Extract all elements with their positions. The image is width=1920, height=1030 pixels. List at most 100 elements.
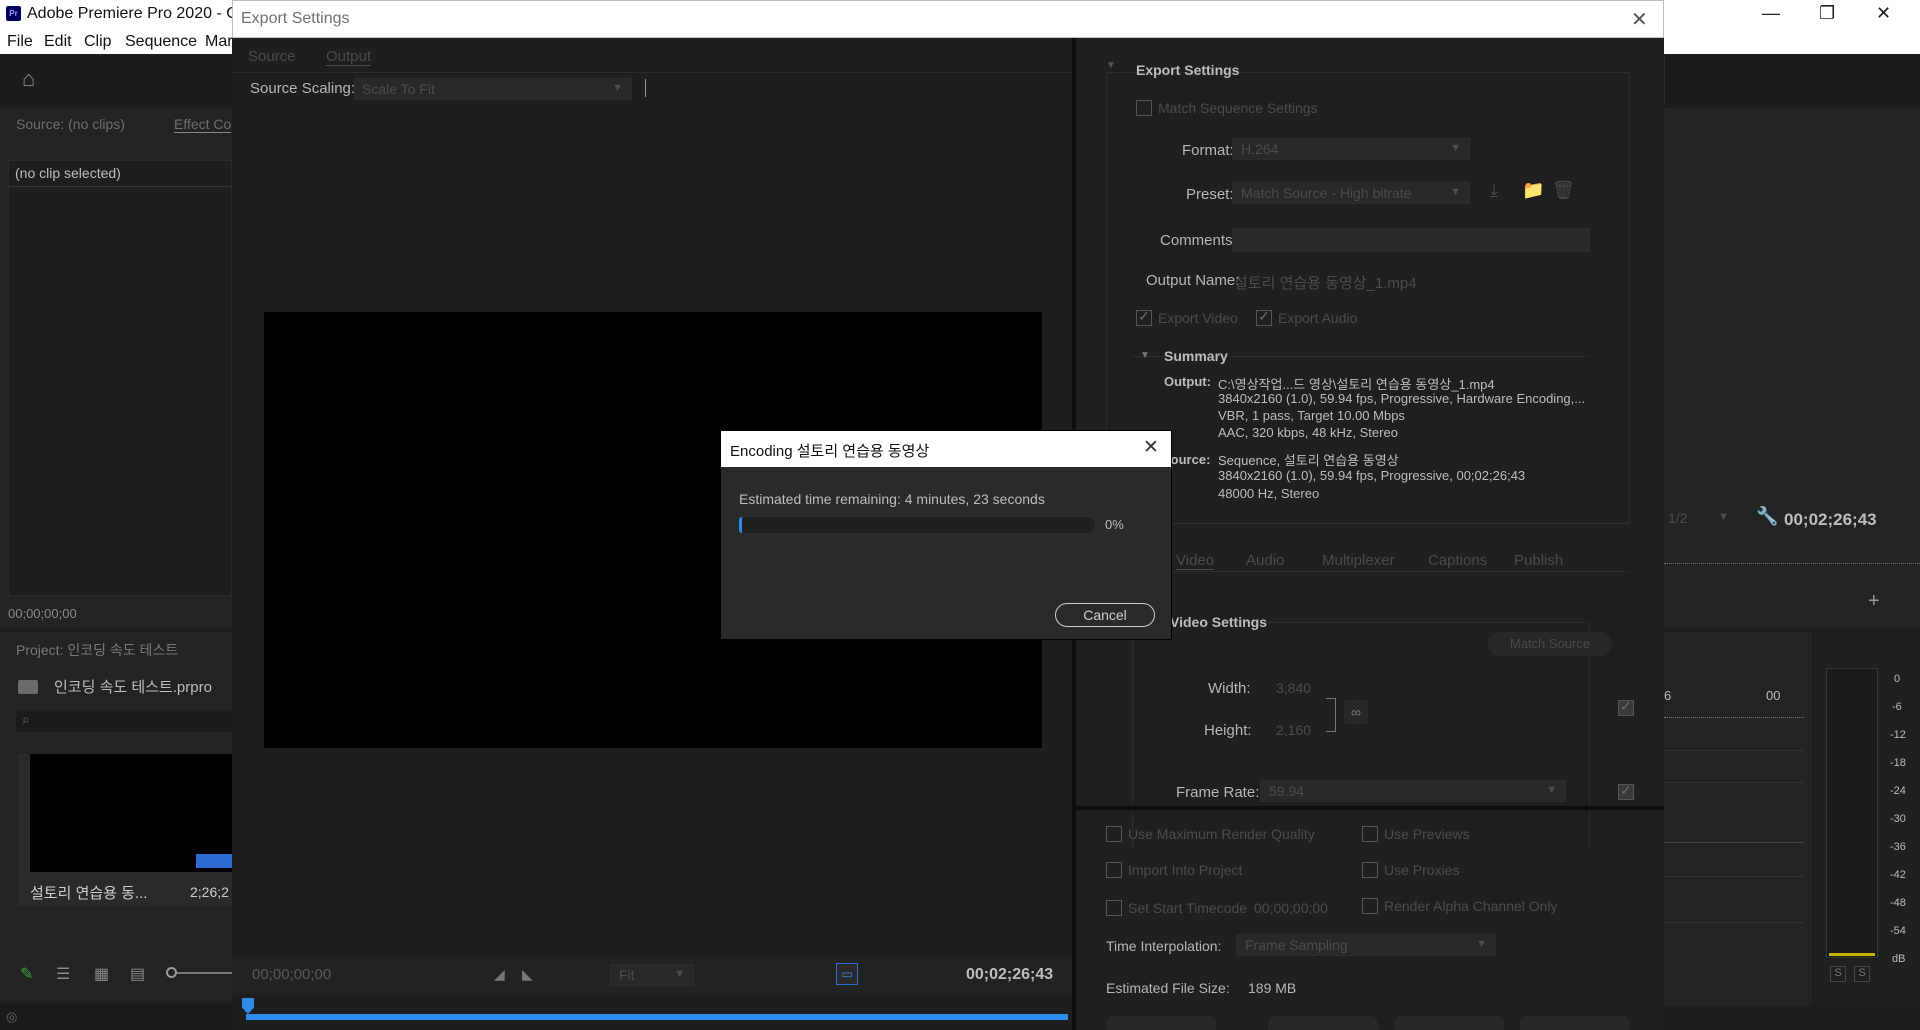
wrench-icon[interactable]: 🔧 — [1756, 506, 1778, 527]
menu-edit[interactable]: Edit — [44, 33, 72, 51]
timeline-panel: 6 00 — [1664, 632, 1812, 1006]
clip-thumbnail[interactable]: 설토리 연습용 동... 2;26;2 — [18, 754, 232, 906]
menu-sequence[interactable]: Sequence — [125, 33, 197, 51]
effect-controls-area: (no clip selected) — [8, 160, 233, 596]
chevron-down-icon: ▼ — [1476, 938, 1487, 950]
freeform-view-icon[interactable]: ▤ — [130, 964, 145, 984]
summary-source-line: 48000 Hz, Stereo — [1218, 486, 1320, 501]
width-value[interactable]: 3,840 — [1276, 680, 1311, 696]
add-button-icon[interactable]: + — [1868, 590, 1880, 613]
solo-right-button[interactable]: S — [1854, 966, 1870, 982]
mark-in-icon[interactable]: ◢ — [494, 966, 505, 983]
time-interpolation-dropdown[interactable]: Frame Sampling ▼ — [1236, 934, 1496, 956]
link-icon[interactable]: ∞ — [1344, 700, 1368, 724]
tab-output[interactable]: Output — [326, 48, 372, 66]
zoom-dropdown[interactable]: 1/2 ▼ — [1664, 508, 1734, 530]
menu-clip[interactable]: Clip — [84, 33, 112, 51]
program-monitor-strip — [1664, 54, 1920, 106]
minimize-icon[interactable]: — — [1762, 3, 1780, 24]
mark-out-icon[interactable]: ◣ — [522, 966, 533, 983]
tab-video[interactable]: Video — [1176, 552, 1215, 570]
metadata-button[interactable] — [1106, 1016, 1216, 1030]
delete-preset-icon[interactable]: 🗑 — [1552, 180, 1575, 201]
zoom-value: 1/2 — [1668, 510, 1688, 526]
project-tab[interactable]: Project: 인코딩 속도 테스트 — [16, 640, 178, 660]
output-name-link[interactable]: 설토리 연습용 동영상_1.mp4 — [1234, 272, 1417, 293]
menu-marker[interactable]: Mar — [205, 33, 233, 51]
export-dialog-titlebar: Export Settings ✕ — [232, 0, 1664, 38]
tab-source[interactable]: Source — [248, 48, 296, 65]
export-video-checkbox[interactable] — [1136, 308, 1152, 326]
export-button[interactable] — [1394, 1016, 1504, 1030]
icon-view-icon[interactable]: ▦ — [94, 964, 109, 984]
time-interpolation-value: Frame Sampling — [1245, 937, 1348, 953]
tab-audio[interactable]: Audio — [1246, 552, 1284, 569]
match-source-button[interactable]: Match Source — [1488, 632, 1612, 656]
tab-publish[interactable]: Publish — [1514, 552, 1563, 569]
start-timecode-value[interactable]: 00;00;00;00 — [1254, 900, 1328, 916]
solo-left-button[interactable]: S — [1830, 966, 1846, 982]
project-panel: Project: 인코딩 속도 테스트 인코딩 속도 테스트.prpro ⌕ 설… — [0, 632, 232, 1002]
queue-button[interactable] — [1268, 1016, 1378, 1030]
preview-timecode-left: 00;00;00;00 — [252, 966, 332, 983]
scrub-bar[interactable] — [246, 1014, 1068, 1020]
use-proxies-checkbox[interactable] — [1362, 862, 1378, 878]
height-value[interactable]: 2,160 — [1276, 722, 1311, 738]
comments-input[interactable] — [1232, 228, 1590, 252]
timeline-ruler — [1664, 708, 1804, 718]
timeline-track-5 — [1664, 922, 1804, 923]
tab-captions[interactable]: Captions — [1428, 552, 1487, 569]
close-icon[interactable]: ✕ — [1876, 3, 1891, 24]
frame-rate-value: 59.94 — [1269, 783, 1305, 799]
restore-icon[interactable]: ❐ — [1819, 3, 1835, 24]
match-sequence-checkbox[interactable] — [1136, 100, 1152, 116]
tab-multiplexer[interactable]: Multiplexer — [1322, 552, 1395, 569]
use-previews-checkbox[interactable] — [1362, 826, 1378, 842]
time-interpolation-label: Time Interpolation: — [1106, 938, 1222, 954]
format-dropdown[interactable]: H.264 ▼ — [1232, 138, 1470, 160]
status-icon: ◎ — [6, 1009, 18, 1024]
zoom-slider-handle[interactable] — [166, 967, 177, 978]
list-view-icon[interactable]: ☰ — [56, 964, 70, 984]
export-dialog-title: Export Settings — [241, 10, 350, 27]
zoom-slider[interactable] — [168, 972, 232, 974]
width-height-checkbox[interactable] — [1618, 698, 1634, 716]
export-audio-checkbox[interactable] — [1256, 308, 1272, 326]
effect-controls-tab[interactable]: Effect Co — [174, 116, 232, 133]
pencil-icon[interactable]: ✎ — [20, 964, 33, 984]
aspect-correction-icon[interactable]: ▭ — [836, 963, 858, 985]
encoding-progress-percent: 0% — [1105, 517, 1124, 532]
import-preset-icon[interactable]: 📁 — [1522, 180, 1544, 201]
frame-rate-checkbox[interactable] — [1618, 782, 1634, 800]
meter-tick: -48 — [1890, 897, 1906, 909]
set-start-timecode-checkbox[interactable] — [1106, 900, 1122, 916]
source-scaling-dropdown[interactable]: Scale To Fit ▼ — [354, 78, 632, 100]
playhead-icon[interactable] — [242, 998, 254, 1014]
import-project-checkbox[interactable] — [1106, 862, 1122, 878]
collapse-icon[interactable]: ▼ — [1106, 60, 1116, 71]
dimension-bracket — [1326, 698, 1336, 732]
frame-rate-dropdown[interactable]: 59.94 ▼ — [1260, 780, 1566, 802]
render-alpha-checkbox[interactable] — [1362, 898, 1378, 914]
format-label: Format: — [1182, 142, 1234, 159]
cancel-export-button[interactable] — [1520, 1016, 1630, 1030]
preset-dropdown[interactable]: Match Source - High bitrate ▼ — [1232, 182, 1470, 204]
save-preset-icon[interactable]: ⤓ — [1490, 180, 1498, 201]
use-proxies-label: Use Proxies — [1384, 862, 1460, 878]
fit-dropdown[interactable]: Fit ▼ — [610, 964, 694, 986]
source-tab[interactable]: Source: (no clips) — [16, 116, 125, 132]
comments-label: Comments: — [1160, 232, 1237, 249]
menu-file[interactable]: File — [7, 33, 33, 51]
max-render-quality-checkbox[interactable] — [1106, 826, 1122, 842]
close-icon[interactable]: ✕ — [1143, 436, 1159, 459]
estimated-file-size-label: Estimated File Size: — [1106, 980, 1230, 996]
home-icon[interactable]: ⌂ — [22, 66, 35, 92]
meter-tick: -36 — [1890, 841, 1906, 853]
options-divider — [1076, 806, 1664, 810]
close-icon[interactable]: ✕ — [1631, 7, 1648, 32]
summary-collapse-icon[interactable]: ▼ — [1140, 350, 1150, 361]
project-search-field[interactable]: ⌕ — [16, 710, 232, 732]
summary-source-line: 3840x2160 (1.0), 59.94 fps, Progressive,… — [1218, 468, 1526, 483]
cancel-button[interactable]: Cancel — [1055, 603, 1155, 627]
source-scaling-label: Source Scaling: — [250, 80, 356, 97]
